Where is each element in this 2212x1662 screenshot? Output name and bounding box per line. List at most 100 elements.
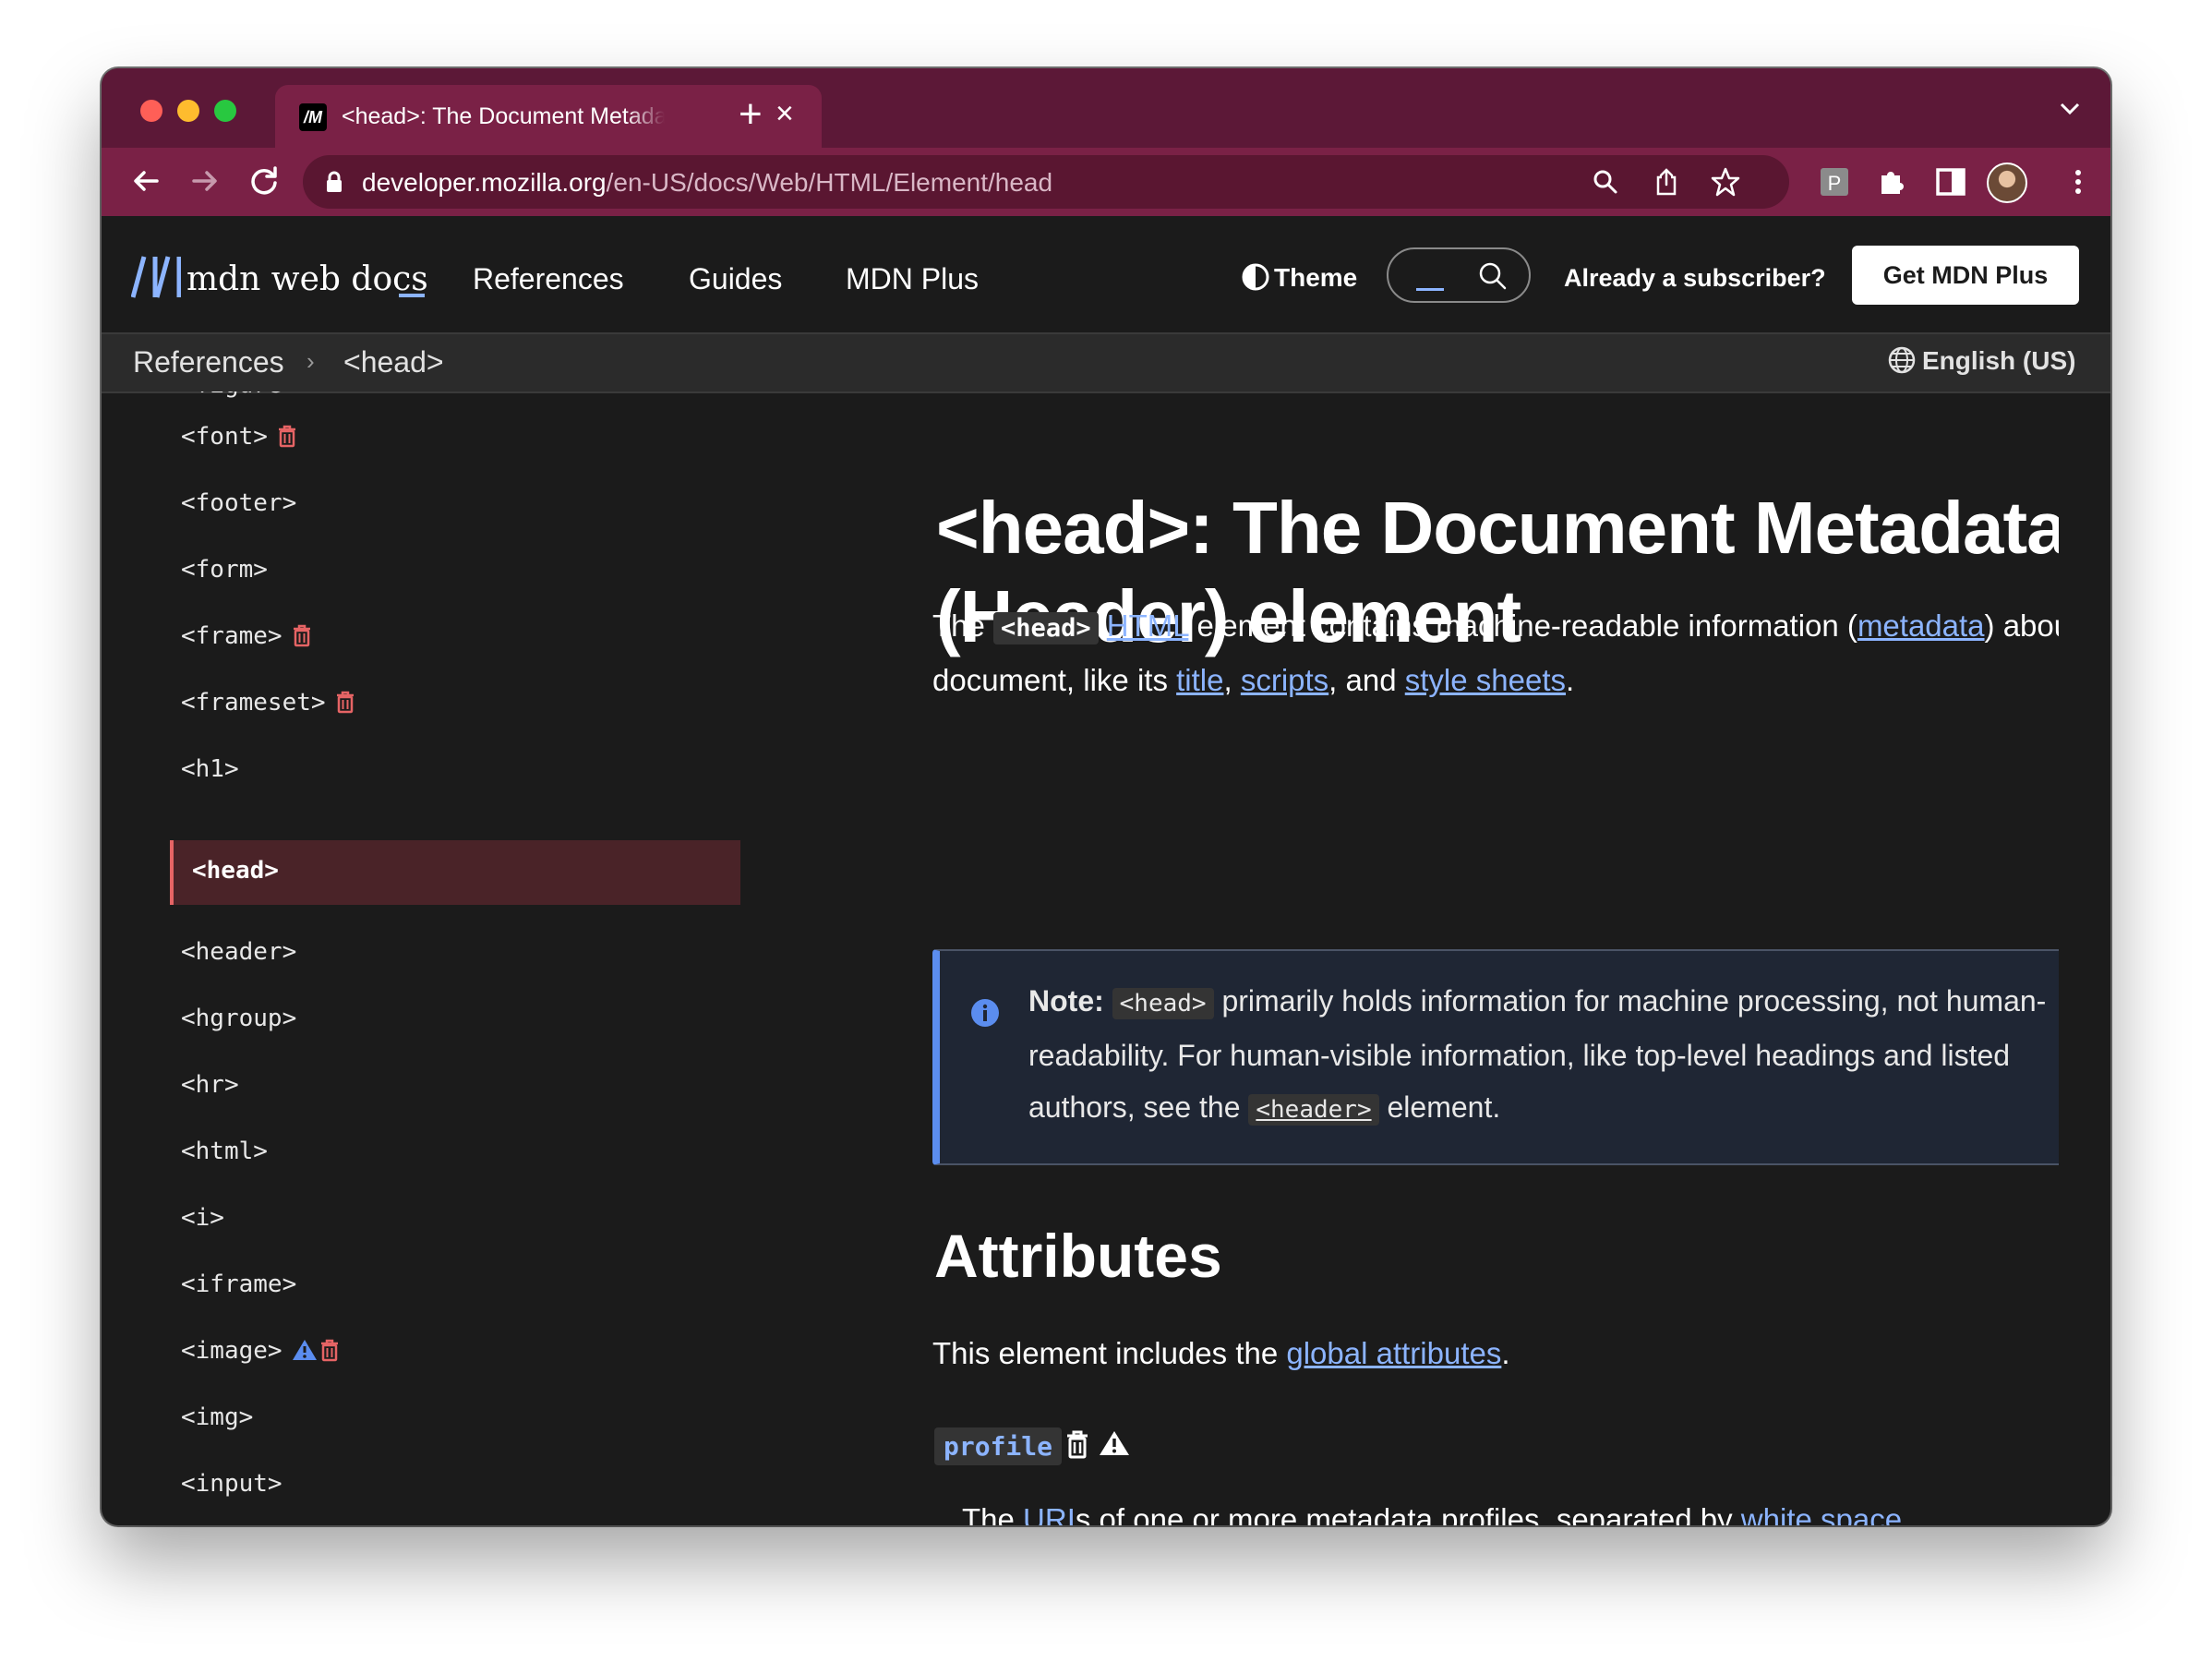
link-style-sheets[interactable]: style sheets — [1405, 663, 1566, 697]
nav-guides[interactable]: Guides — [689, 262, 782, 296]
intro-code-head: <head> — [993, 612, 1099, 644]
sidebar-item-img[interactable]: <img> — [181, 1403, 253, 1431]
link-scripts[interactable]: scripts — [1241, 663, 1328, 697]
breadcrumb-current[interactable]: <head> — [343, 345, 444, 379]
extension-p-label: P — [1828, 172, 1842, 195]
sidebar-item-head-active[interactable]: <head> — [170, 840, 740, 905]
profile-text: . — [1902, 1502, 1911, 1525]
sidebar-item-frameset[interactable]: <frameset> — [181, 689, 355, 717]
tab-close-icon[interactable]: × — [775, 98, 794, 129]
sidebar-item-label: <head> — [192, 857, 279, 885]
link-global-attributes[interactable]: global attributes — [1286, 1336, 1501, 1370]
link-uri[interactable]: URI — [1023, 1502, 1076, 1525]
sidebar-item-h1[interactable]: <h1> — [181, 755, 239, 783]
zoom-search-icon[interactable] — [1590, 166, 1621, 198]
theme-label: Theme — [1274, 263, 1358, 292]
intro-paragraph: The <head> HTML element contains machine… — [932, 600, 2059, 706]
intro-text: , and — [1328, 663, 1405, 697]
reload-icon[interactable] — [244, 161, 284, 201]
maximize-window-button[interactable] — [214, 100, 236, 122]
minimize-window-button[interactable] — [177, 100, 199, 122]
new-tab-button[interactable]: + — [739, 94, 763, 135]
nav-references[interactable]: References — [473, 262, 624, 296]
intro-text: element contains machine-readable inform… — [1188, 608, 1857, 643]
sidebar-item-footer[interactable]: <footer> — [181, 489, 296, 517]
get-mdn-plus-button[interactable]: Get MDN Plus — [1852, 246, 2079, 305]
back-arrow-icon[interactable] — [126, 161, 166, 201]
search-input[interactable] — [1387, 247, 1531, 303]
link-html[interactable]: HTML — [1107, 608, 1189, 643]
attributes-intro-text: This element includes the — [932, 1336, 1287, 1370]
note-text: Note: <head> primarily holds information… — [1028, 975, 2059, 1136]
extension-p-icon[interactable]: P — [1817, 164, 1852, 199]
sidebar-item-label: <font> — [181, 423, 268, 451]
mdn-favicon-icon: /M — [299, 103, 327, 131]
intro-text: The — [932, 608, 994, 643]
article: <head>: The Document Metadata (Header) e… — [831, 391, 2059, 1525]
chevron-down-icon[interactable] — [2059, 102, 2081, 121]
sidebar-item-i[interactable]: <i> — [181, 1204, 224, 1232]
breadcrumb: References › <head> English (US) — [102, 334, 2110, 393]
puzzle-extensions-icon[interactable] — [1874, 164, 1909, 199]
attributes-heading: Attributes — [934, 1222, 1222, 1290]
trash-deprecated-icon — [320, 1339, 338, 1362]
sidebar-item-form[interactable]: <form> — [181, 556, 268, 584]
forward-arrow-icon[interactable] — [185, 161, 225, 201]
subscriber-link[interactable]: Already a subscriber? — [1564, 264, 1826, 293]
sidebar-item-font[interactable]: <font> — [181, 423, 297, 451]
warning-icon — [1099, 1429, 1130, 1462]
trash-deprecated-icon — [278, 425, 295, 448]
mdn-logo-icon[interactable] — [130, 255, 182, 304]
breadcrumb-references[interactable]: References — [133, 345, 284, 379]
browser-toolbar: developer.mozilla.org/en-US/docs/Web/HTM… — [102, 148, 2110, 216]
intro-text: . — [1566, 663, 1575, 697]
link-white-space[interactable]: white space — [1741, 1502, 1902, 1525]
kebab-menu-icon[interactable] — [2061, 164, 2096, 199]
profile-text: s of one or more metadata profiles, sepa… — [1075, 1502, 1741, 1525]
address-bar[interactable]: developer.mozilla.org/en-US/docs/Web/HTM… — [303, 155, 1789, 209]
profile-text: The — [962, 1502, 1024, 1525]
sidebar-item-frame[interactable]: <frame> — [181, 622, 312, 650]
note-body-end: element. — [1378, 1090, 1501, 1124]
nav-mdn-plus[interactable]: MDN Plus — [846, 262, 979, 296]
browser-window: /M <head>: The Document Metadata (Header… — [102, 68, 2110, 1525]
link-metadata[interactable]: metadata — [1857, 608, 1985, 643]
theme-button[interactable]: Theme — [1241, 262, 1357, 293]
lock-icon[interactable] — [325, 171, 343, 198]
profile-description: The URIs of one or more metadata profile… — [962, 1494, 1910, 1525]
sidebar-item-image[interactable]: <image> — [181, 1337, 340, 1365]
breadcrumb-separator: › — [307, 347, 315, 375]
link-title[interactable]: title — [1176, 663, 1223, 697]
mdn-header: mdn web docs References Guides MDN Plus … — [102, 216, 2110, 334]
url-path: /en-US/docs/Web/HTML/Element/head — [606, 168, 1053, 197]
tab-strip: /M <head>: The Document Metadata (Header… — [102, 68, 2110, 148]
bookmark-star-icon[interactable] — [1710, 166, 1741, 198]
sidebar-item-figure[interactable]: <figure> — [181, 391, 296, 399]
language-selector[interactable]: English (US) — [1887, 345, 2075, 376]
sidebar-item-hr[interactable]: <hr> — [181, 1071, 239, 1099]
sidebar-item-iframe[interactable]: <iframe> — [181, 1271, 296, 1298]
sidebar-item-header[interactable]: <header> — [181, 938, 296, 966]
tab-title: <head>: The Document Metadata (Header) e… — [342, 103, 665, 129]
profile-avatar[interactable] — [1987, 163, 2027, 203]
sidebar-item-html[interactable]: <html> — [181, 1138, 268, 1165]
trash-deprecated-icon — [336, 691, 354, 714]
attributes-intro-text: . — [1501, 1336, 1510, 1370]
note-callout: Note: <head> primarily holds information… — [932, 949, 2059, 1165]
search-icon[interactable] — [1477, 260, 1509, 296]
info-icon — [969, 997, 1001, 1033]
sidebar-item-label: <frame> — [181, 622, 283, 650]
url-text: developer.mozilla.org/en-US/docs/Web/HTM… — [362, 168, 1052, 198]
link-header-element[interactable]: <header> — [1248, 1094, 1379, 1126]
language-label: English (US) — [1922, 346, 2076, 375]
search-caret — [1416, 288, 1444, 291]
sidebar-item-label: <image> — [181, 1337, 283, 1365]
attribute-profile-code[interactable]: profile — [934, 1427, 1063, 1465]
logo-text[interactable]: mdn web docs — [186, 260, 428, 298]
share-icon[interactable] — [1651, 166, 1682, 198]
sidebar-item-input[interactable]: <input> — [181, 1470, 283, 1498]
close-window-button[interactable] — [140, 100, 162, 122]
side-panel-icon[interactable] — [1933, 164, 1968, 199]
sidebar-item-hgroup[interactable]: <hgroup> — [181, 1005, 296, 1032]
logo-underscore — [399, 294, 425, 297]
